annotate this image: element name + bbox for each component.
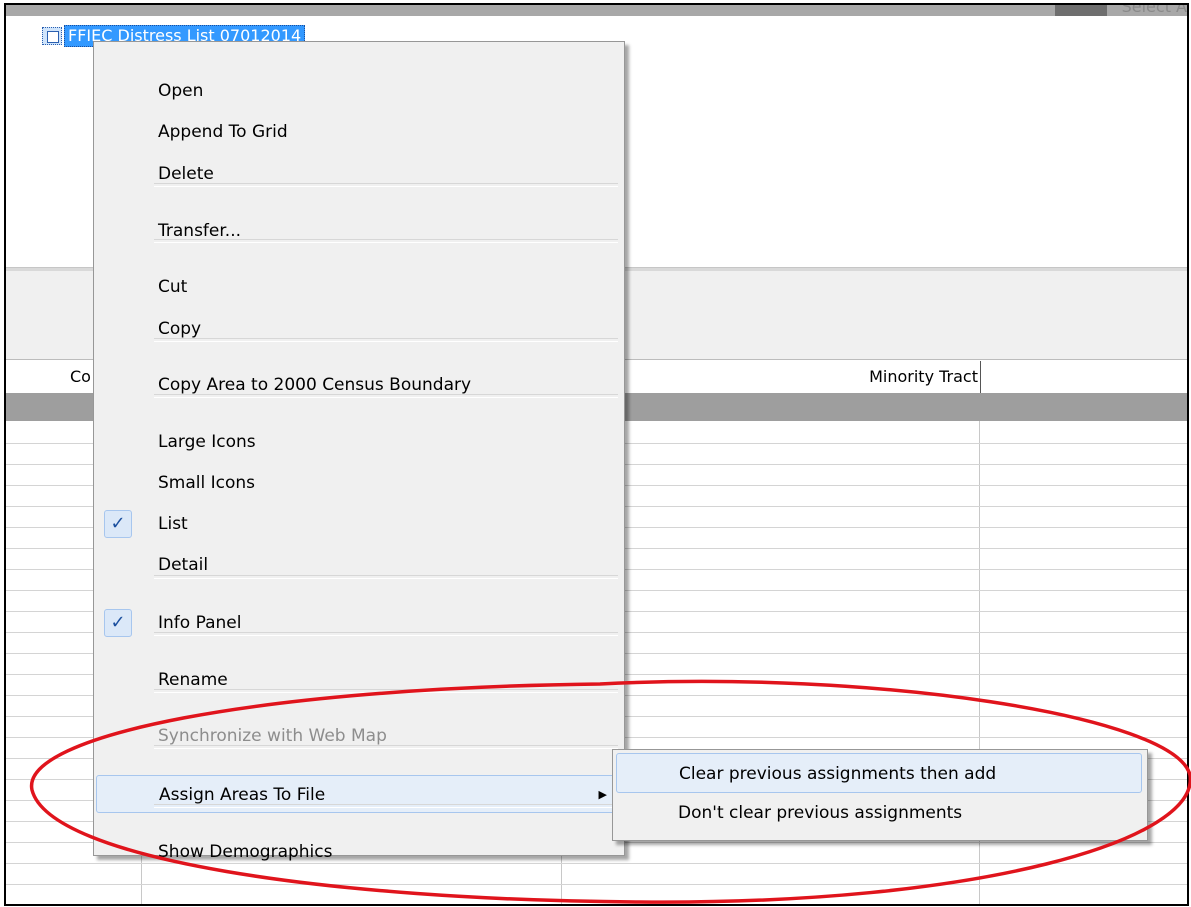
menu-item-label: Show Demographics [158, 842, 333, 862]
menu-item-copy-area-2000-census[interactable]: Copy Area to 2000 Census Boundary [96, 366, 620, 404]
menu-item-transfer[interactable]: Transfer... [96, 212, 620, 250]
menu-item-label: Assign Areas To File [159, 785, 326, 805]
menu-item-label: Delete [158, 164, 214, 184]
menu-item-label: Synchronize with Web Map [158, 726, 387, 746]
menu-item-info-panel[interactable]: ✓ Info Panel [96, 604, 620, 642]
menu-separator [154, 575, 618, 579]
submenu-item-label: Clear previous assignments then add [679, 764, 997, 784]
top-toolbar-strip: Select A [6, 5, 1187, 16]
menu-item-large-icons[interactable]: Large Icons [96, 423, 620, 461]
menu-item-open[interactable]: Open [96, 72, 620, 110]
menu-item-rename[interactable]: Rename [96, 661, 620, 699]
menu-item-label: Large Icons [158, 432, 256, 452]
menu-item-cut[interactable]: Cut [96, 268, 620, 306]
menu-separator [154, 745, 618, 749]
menu-item-label: Rename [158, 670, 228, 690]
submenu-item-clear-then-add[interactable]: Clear previous assignments then add [616, 753, 1142, 793]
grid-header-county[interactable]: Co [70, 361, 91, 393]
submenu-item-dont-clear[interactable]: Don't clear previous assignments [616, 793, 1142, 833]
menu-item-synchronize-web-map: Synchronize with Web Map [96, 717, 620, 755]
menu-item-label: Cut [158, 277, 188, 297]
menu-separator [154, 239, 618, 243]
checkmark-icon: ✓ [104, 510, 132, 538]
checkmark-icon: ✓ [104, 609, 132, 637]
menu-item-small-icons[interactable]: Small Icons [96, 464, 620, 502]
submenu-item-label: Don't clear previous assignments [678, 803, 963, 823]
context-menu: Open Append To Grid Delete Transfer... Cut Co… [93, 41, 625, 862]
menu-item-list[interactable]: ✓ List [96, 505, 620, 543]
menu-separator [154, 632, 618, 636]
grid-header-minority-tract[interactable]: Minority Tract [842, 361, 981, 393]
top-strip-label: Select A [1121, 3, 1187, 16]
submenu-arrow-icon: ▶ [598, 788, 607, 801]
menu-item-show-demographics[interactable]: Show Demographics [96, 833, 620, 871]
menu-item-label: Append To Grid [158, 122, 288, 142]
menu-separator [154, 689, 618, 693]
menu-item-label: Transfer... [158, 221, 242, 241]
menu-item-append-to-grid[interactable]: Append To Grid [96, 113, 620, 151]
menu-separator [154, 394, 618, 398]
menu-item-label: Open [158, 81, 204, 101]
assign-areas-submenu: Clear previous assignments then add Don'… [612, 749, 1148, 841]
menu-item-label: Small Icons [158, 473, 256, 493]
menu-item-delete[interactable]: Delete [96, 155, 620, 193]
menu-separator [154, 804, 618, 808]
menu-item-label: Copy [158, 319, 202, 339]
top-strip-button[interactable] [1055, 5, 1107, 16]
menu-item-copy[interactable]: Copy [96, 310, 620, 348]
menu-item-label: Copy Area to 2000 Census Boundary [158, 375, 472, 395]
menu-item-label: List [158, 514, 188, 534]
file-list-icon [42, 27, 62, 45]
grid-row-line [6, 884, 1187, 885]
menu-item-label: Info Panel [158, 613, 242, 633]
menu-separator [154, 183, 618, 187]
menu-separator [154, 338, 618, 342]
